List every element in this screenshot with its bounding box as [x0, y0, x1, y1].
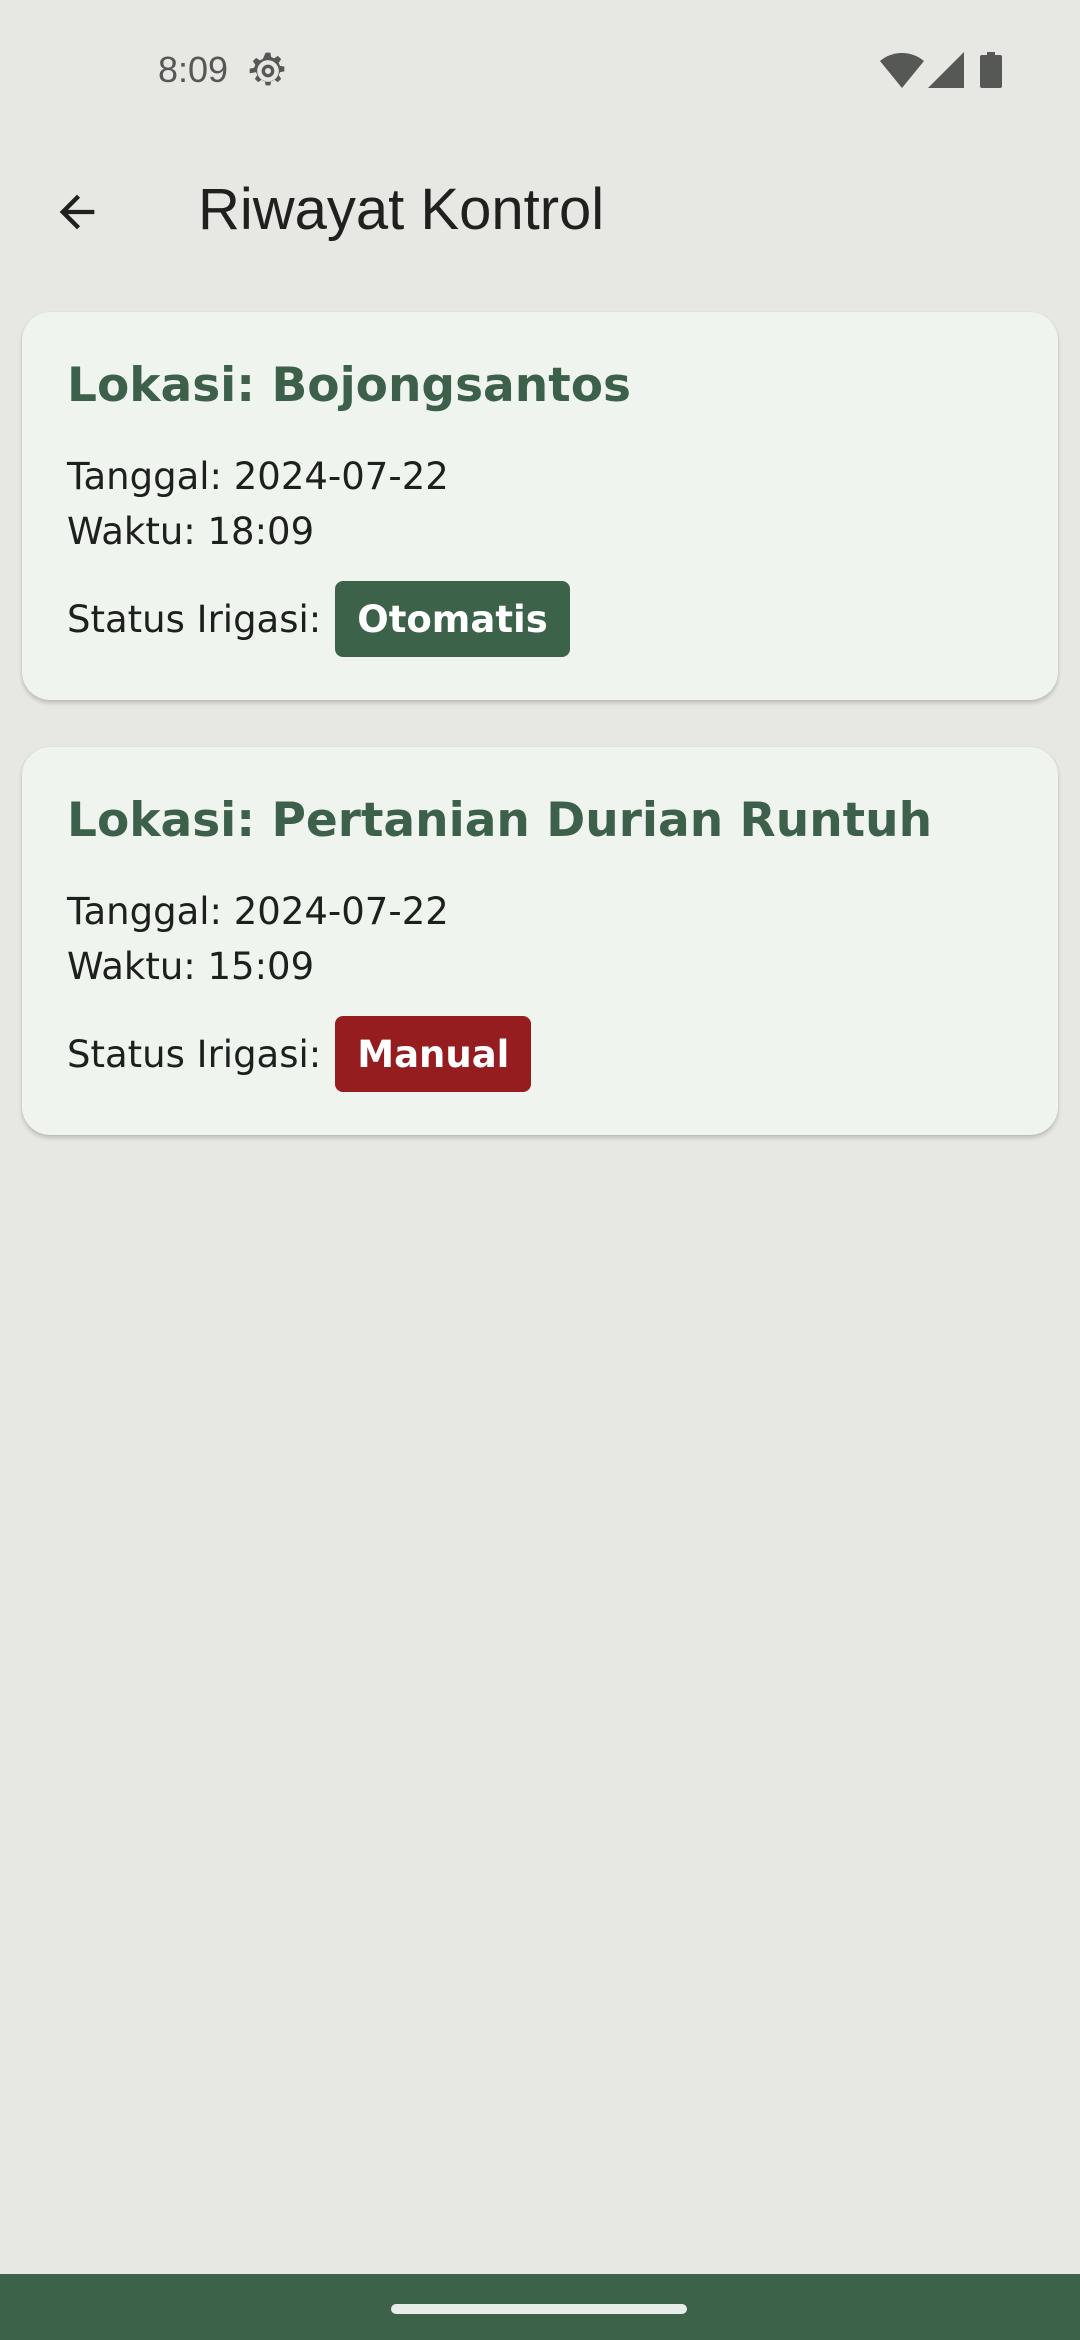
- back-button[interactable]: [32, 172, 122, 252]
- status-label: Status Irigasi:: [67, 597, 322, 641]
- app-bar: Riwayat Kontrol: [0, 150, 1080, 274]
- card-date: Tanggal: 2024-07-22: [67, 890, 449, 933]
- status-badge: Otomatis: [335, 581, 570, 657]
- card-date: Tanggal: 2024-07-22: [67, 455, 449, 498]
- status-bar: 8:09: [0, 0, 1080, 140]
- card-location: Lokasi: Pertanian Durian Runtuh: [67, 793, 933, 848]
- status-row: Status Irigasi: Manual: [67, 1015, 532, 1093]
- screen: 8:09 Riwayat Kontrol Lokasi: Bojongsanto…: [0, 0, 1080, 2340]
- navigation-bar: [0, 2274, 1080, 2340]
- history-card[interactable]: Lokasi: Bojongsantos Tanggal: 2024-07-22…: [22, 312, 1058, 700]
- card-time: Waktu: 15:09: [67, 945, 315, 988]
- page-title: Riwayat Kontrol: [198, 177, 605, 242]
- card-location: Lokasi: Bojongsantos: [67, 358, 631, 413]
- status-row: Status Irigasi: Otomatis: [67, 580, 570, 658]
- status-badge: Manual: [335, 1016, 532, 1092]
- home-indicator[interactable]: [391, 2304, 687, 2314]
- gear-icon: [249, 52, 285, 86]
- signal-icon: [928, 52, 964, 88]
- status-time: 8:09: [158, 49, 229, 90]
- wifi-icon: [880, 53, 924, 88]
- history-card[interactable]: Lokasi: Pertanian Durian Runtuh Tanggal:…: [22, 747, 1058, 1135]
- arrow-back-icon: [59, 194, 95, 230]
- battery-icon: [980, 52, 1002, 88]
- status-label: Status Irigasi:: [67, 1032, 322, 1076]
- card-time: Waktu: 18:09: [67, 510, 315, 553]
